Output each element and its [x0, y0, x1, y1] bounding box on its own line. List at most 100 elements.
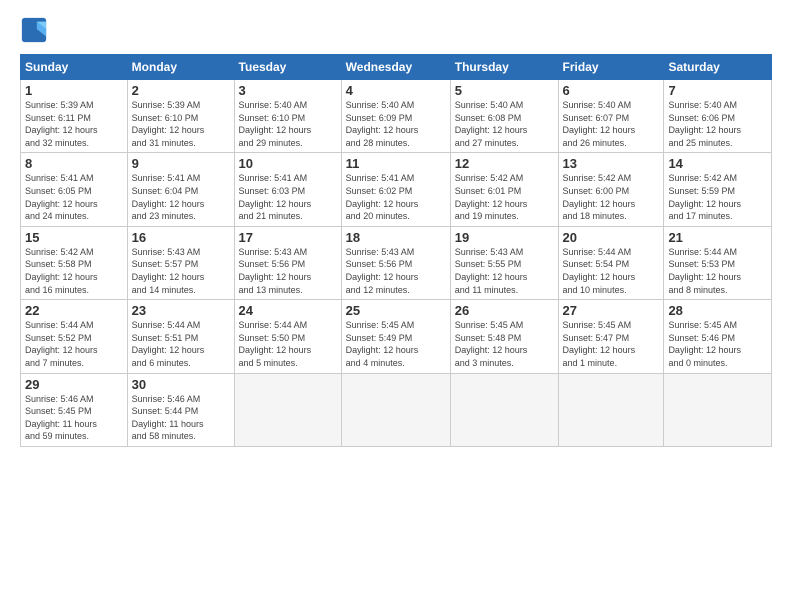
day-info: Sunrise: 5:45 AM Sunset: 5:48 PM Dayligh… [455, 319, 554, 369]
week-row-3: 15Sunrise: 5:42 AM Sunset: 5:58 PM Dayli… [21, 226, 772, 299]
day-cell [234, 373, 341, 446]
day-cell: 10Sunrise: 5:41 AM Sunset: 6:03 PM Dayli… [234, 153, 341, 226]
day-info: Sunrise: 5:44 AM Sunset: 5:52 PM Dayligh… [25, 319, 123, 369]
day-cell: 22Sunrise: 5:44 AM Sunset: 5:52 PM Dayli… [21, 300, 128, 373]
day-cell: 4Sunrise: 5:40 AM Sunset: 6:09 PM Daylig… [341, 80, 450, 153]
day-cell: 16Sunrise: 5:43 AM Sunset: 5:57 PM Dayli… [127, 226, 234, 299]
day-cell: 2Sunrise: 5:39 AM Sunset: 6:10 PM Daylig… [127, 80, 234, 153]
day-cell: 7Sunrise: 5:40 AM Sunset: 6:06 PM Daylig… [664, 80, 772, 153]
day-cell: 1Sunrise: 5:39 AM Sunset: 6:11 PM Daylig… [21, 80, 128, 153]
day-info: Sunrise: 5:42 AM Sunset: 5:58 PM Dayligh… [25, 246, 123, 296]
logo [20, 16, 52, 44]
day-number: 2 [132, 83, 230, 98]
day-info: Sunrise: 5:39 AM Sunset: 6:10 PM Dayligh… [132, 99, 230, 149]
day-info: Sunrise: 5:40 AM Sunset: 6:07 PM Dayligh… [563, 99, 660, 149]
day-number: 12 [455, 156, 554, 171]
weekday-header-tuesday: Tuesday [234, 55, 341, 80]
day-number: 10 [239, 156, 337, 171]
day-cell: 28Sunrise: 5:45 AM Sunset: 5:46 PM Dayli… [664, 300, 772, 373]
week-row-5: 29Sunrise: 5:46 AM Sunset: 5:45 PM Dayli… [21, 373, 772, 446]
day-cell: 5Sunrise: 5:40 AM Sunset: 6:08 PM Daylig… [450, 80, 558, 153]
day-cell: 13Sunrise: 5:42 AM Sunset: 6:00 PM Dayli… [558, 153, 664, 226]
weekday-header-sunday: Sunday [21, 55, 128, 80]
day-info: Sunrise: 5:40 AM Sunset: 6:06 PM Dayligh… [668, 99, 767, 149]
day-info: Sunrise: 5:45 AM Sunset: 5:46 PM Dayligh… [668, 319, 767, 369]
day-number: 4 [346, 83, 446, 98]
day-info: Sunrise: 5:40 AM Sunset: 6:08 PM Dayligh… [455, 99, 554, 149]
day-info: Sunrise: 5:41 AM Sunset: 6:04 PM Dayligh… [132, 172, 230, 222]
day-info: Sunrise: 5:43 AM Sunset: 5:55 PM Dayligh… [455, 246, 554, 296]
day-number: 6 [563, 83, 660, 98]
day-number: 15 [25, 230, 123, 245]
day-number: 11 [346, 156, 446, 171]
day-info: Sunrise: 5:42 AM Sunset: 5:59 PM Dayligh… [668, 172, 767, 222]
day-number: 1 [25, 83, 123, 98]
day-info: Sunrise: 5:46 AM Sunset: 5:44 PM Dayligh… [132, 393, 230, 443]
day-cell: 21Sunrise: 5:44 AM Sunset: 5:53 PM Dayli… [664, 226, 772, 299]
day-cell: 3Sunrise: 5:40 AM Sunset: 6:10 PM Daylig… [234, 80, 341, 153]
day-cell: 9Sunrise: 5:41 AM Sunset: 6:04 PM Daylig… [127, 153, 234, 226]
day-cell: 25Sunrise: 5:45 AM Sunset: 5:49 PM Dayli… [341, 300, 450, 373]
weekday-header-saturday: Saturday [664, 55, 772, 80]
week-row-1: 1Sunrise: 5:39 AM Sunset: 6:11 PM Daylig… [21, 80, 772, 153]
weekday-header-monday: Monday [127, 55, 234, 80]
day-cell [664, 373, 772, 446]
day-info: Sunrise: 5:46 AM Sunset: 5:45 PM Dayligh… [25, 393, 123, 443]
page-header [20, 16, 772, 44]
weekday-header-row: SundayMondayTuesdayWednesdayThursdayFrid… [21, 55, 772, 80]
logo-icon [20, 16, 48, 44]
day-cell: 30Sunrise: 5:46 AM Sunset: 5:44 PM Dayli… [127, 373, 234, 446]
day-cell: 29Sunrise: 5:46 AM Sunset: 5:45 PM Dayli… [21, 373, 128, 446]
day-info: Sunrise: 5:44 AM Sunset: 5:53 PM Dayligh… [668, 246, 767, 296]
day-number: 5 [455, 83, 554, 98]
day-number: 14 [668, 156, 767, 171]
day-number: 18 [346, 230, 446, 245]
day-info: Sunrise: 5:43 AM Sunset: 5:57 PM Dayligh… [132, 246, 230, 296]
day-number: 22 [25, 303, 123, 318]
day-number: 13 [563, 156, 660, 171]
day-cell: 23Sunrise: 5:44 AM Sunset: 5:51 PM Dayli… [127, 300, 234, 373]
day-number: 23 [132, 303, 230, 318]
day-number: 25 [346, 303, 446, 318]
day-info: Sunrise: 5:39 AM Sunset: 6:11 PM Dayligh… [25, 99, 123, 149]
day-info: Sunrise: 5:41 AM Sunset: 6:05 PM Dayligh… [25, 172, 123, 222]
day-info: Sunrise: 5:42 AM Sunset: 6:00 PM Dayligh… [563, 172, 660, 222]
day-number: 21 [668, 230, 767, 245]
day-info: Sunrise: 5:42 AM Sunset: 6:01 PM Dayligh… [455, 172, 554, 222]
day-cell: 26Sunrise: 5:45 AM Sunset: 5:48 PM Dayli… [450, 300, 558, 373]
day-cell: 6Sunrise: 5:40 AM Sunset: 6:07 PM Daylig… [558, 80, 664, 153]
day-number: 26 [455, 303, 554, 318]
day-info: Sunrise: 5:44 AM Sunset: 5:51 PM Dayligh… [132, 319, 230, 369]
day-number: 16 [132, 230, 230, 245]
day-number: 17 [239, 230, 337, 245]
day-info: Sunrise: 5:43 AM Sunset: 5:56 PM Dayligh… [239, 246, 337, 296]
calendar-page: SundayMondayTuesdayWednesdayThursdayFrid… [0, 0, 792, 612]
day-info: Sunrise: 5:41 AM Sunset: 6:03 PM Dayligh… [239, 172, 337, 222]
day-cell: 12Sunrise: 5:42 AM Sunset: 6:01 PM Dayli… [450, 153, 558, 226]
day-number: 28 [668, 303, 767, 318]
day-info: Sunrise: 5:43 AM Sunset: 5:56 PM Dayligh… [346, 246, 446, 296]
day-info: Sunrise: 5:40 AM Sunset: 6:09 PM Dayligh… [346, 99, 446, 149]
day-cell: 20Sunrise: 5:44 AM Sunset: 5:54 PM Dayli… [558, 226, 664, 299]
day-number: 30 [132, 377, 230, 392]
day-cell: 17Sunrise: 5:43 AM Sunset: 5:56 PM Dayli… [234, 226, 341, 299]
day-number: 8 [25, 156, 123, 171]
day-cell [450, 373, 558, 446]
weekday-header-wednesday: Wednesday [341, 55, 450, 80]
day-number: 19 [455, 230, 554, 245]
calendar-table: SundayMondayTuesdayWednesdayThursdayFrid… [20, 54, 772, 447]
day-info: Sunrise: 5:40 AM Sunset: 6:10 PM Dayligh… [239, 99, 337, 149]
week-row-4: 22Sunrise: 5:44 AM Sunset: 5:52 PM Dayli… [21, 300, 772, 373]
day-cell: 8Sunrise: 5:41 AM Sunset: 6:05 PM Daylig… [21, 153, 128, 226]
day-info: Sunrise: 5:44 AM Sunset: 5:54 PM Dayligh… [563, 246, 660, 296]
day-cell: 27Sunrise: 5:45 AM Sunset: 5:47 PM Dayli… [558, 300, 664, 373]
day-info: Sunrise: 5:41 AM Sunset: 6:02 PM Dayligh… [346, 172, 446, 222]
day-cell: 15Sunrise: 5:42 AM Sunset: 5:58 PM Dayli… [21, 226, 128, 299]
day-cell [341, 373, 450, 446]
day-cell: 24Sunrise: 5:44 AM Sunset: 5:50 PM Dayli… [234, 300, 341, 373]
day-cell: 11Sunrise: 5:41 AM Sunset: 6:02 PM Dayli… [341, 153, 450, 226]
day-cell [558, 373, 664, 446]
day-cell: 18Sunrise: 5:43 AM Sunset: 5:56 PM Dayli… [341, 226, 450, 299]
day-cell: 14Sunrise: 5:42 AM Sunset: 5:59 PM Dayli… [664, 153, 772, 226]
day-info: Sunrise: 5:45 AM Sunset: 5:47 PM Dayligh… [563, 319, 660, 369]
